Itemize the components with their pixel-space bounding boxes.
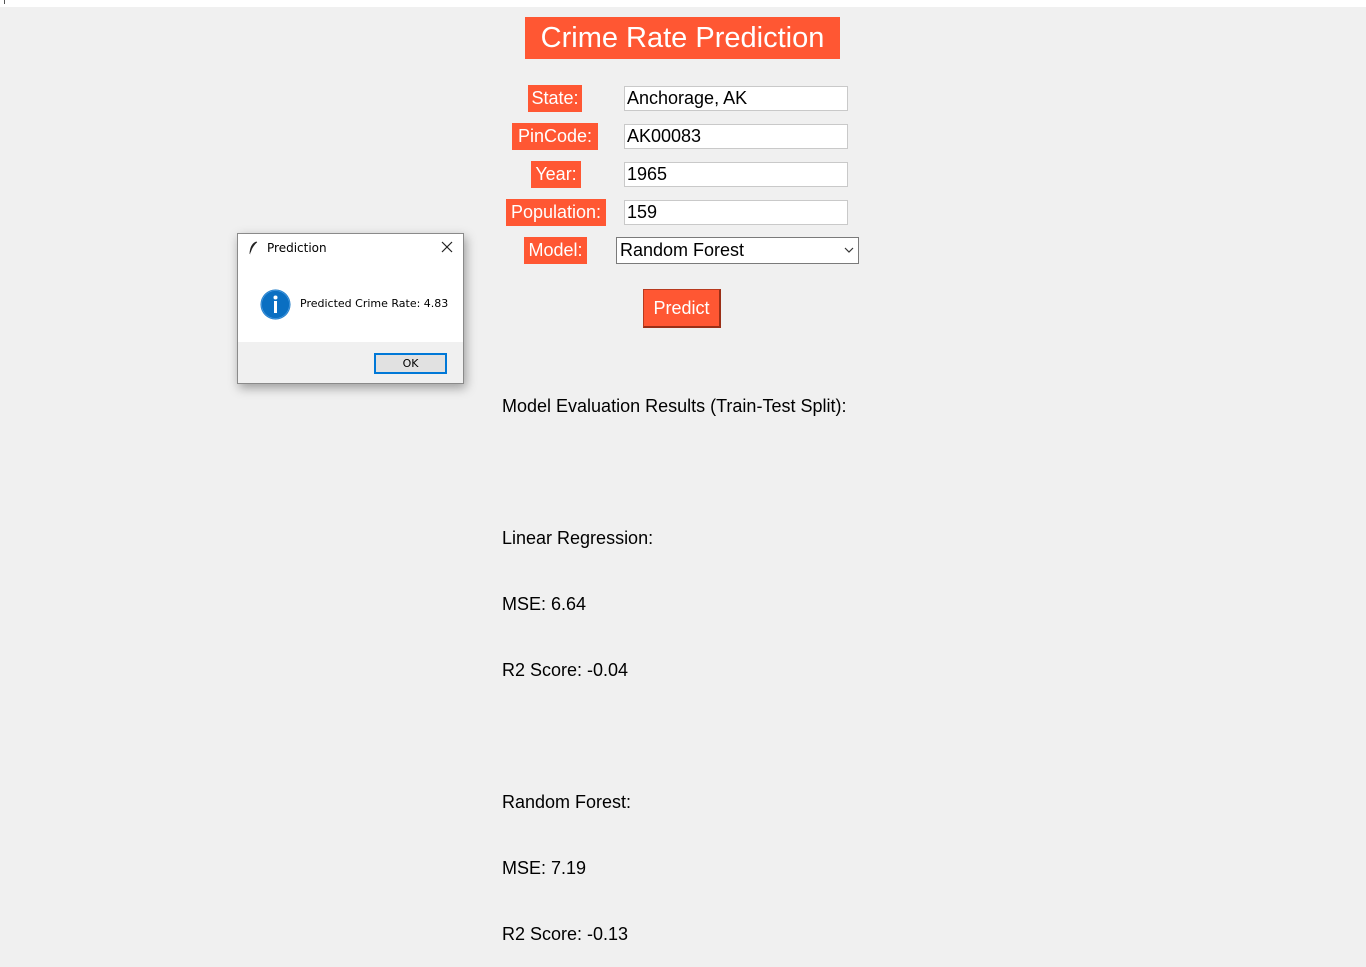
evaluation-results: Model Evaluation Results (Train-Test Spl… xyxy=(502,351,846,967)
dialog-title: Prediction xyxy=(267,241,327,255)
state-input[interactable] xyxy=(624,86,848,111)
random-forest-title: Random Forest: xyxy=(502,792,632,812)
linear-regression-mse: MSE: 6.64 xyxy=(502,594,587,614)
prediction-dialog: Prediction Predicted Crime Rate: 4.83 OK xyxy=(237,233,464,384)
ok-button[interactable]: OK xyxy=(374,353,447,374)
pincode-input[interactable] xyxy=(624,124,848,149)
state-label: State: xyxy=(528,85,582,112)
model-selected-value: Random Forest xyxy=(620,240,745,260)
results-spacer xyxy=(502,725,846,747)
linear-regression-r2: R2 Score: -0.04 xyxy=(502,660,629,680)
dialog-footer: OK xyxy=(238,342,463,383)
chevron-down-icon xyxy=(844,247,854,253)
results-heading: Model Evaluation Results (Train-Test Spl… xyxy=(502,396,847,416)
top-strip-mark xyxy=(4,0,5,4)
feather-icon xyxy=(249,241,258,255)
random-forest-mse: MSE: 7.19 xyxy=(502,858,587,878)
population-label: Population: xyxy=(506,199,606,226)
random-forest-r2: R2 Score: -0.13 xyxy=(502,924,629,944)
model-label: Model: xyxy=(524,237,587,264)
model-select[interactable]: Random Forest xyxy=(616,237,859,264)
pincode-label: PinCode: xyxy=(512,123,598,150)
population-input[interactable] xyxy=(624,200,848,225)
year-input[interactable] xyxy=(624,162,848,187)
dialog-message: Predicted Crime Rate: 4.83 xyxy=(300,297,449,310)
top-strip xyxy=(0,0,1366,7)
app-title: Crime Rate Prediction xyxy=(525,17,840,59)
linear-regression-title: Linear Regression: xyxy=(502,528,654,548)
dialog-titlebar[interactable]: Prediction xyxy=(238,234,463,262)
info-icon xyxy=(260,289,291,320)
close-icon[interactable] xyxy=(440,240,454,254)
year-label: Year: xyxy=(531,161,581,188)
predict-button[interactable]: Predict xyxy=(643,289,721,328)
results-spacer xyxy=(502,461,846,483)
